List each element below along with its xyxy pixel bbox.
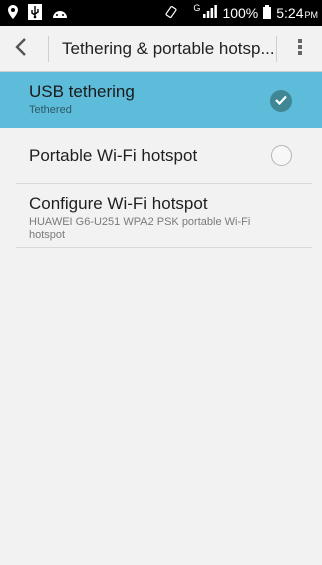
clock-time: 5:24 bbox=[276, 5, 304, 21]
battery-percent: 100% bbox=[222, 5, 259, 21]
portable-wifi-hotspot-item[interactable]: Portable Wi-Fi hotspot bbox=[0, 128, 322, 184]
action-bar: Tethering & portable hotsp... bbox=[0, 26, 322, 72]
portable-wifi-hotspot-checkbox[interactable] bbox=[271, 145, 292, 166]
usb-tethering-title: USB tethering bbox=[29, 82, 135, 101]
back-button[interactable] bbox=[6, 34, 36, 64]
divider bbox=[16, 247, 312, 248]
usb-tethering-checkbox[interactable] bbox=[270, 90, 292, 112]
usb-tethering-item[interactable]: USB tethering Tethered bbox=[0, 72, 322, 128]
status-bar: G 100% 5:24PM bbox=[0, 0, 322, 26]
check-icon bbox=[275, 92, 287, 110]
overflow-menu-button[interactable] bbox=[288, 36, 312, 62]
location-pin-icon bbox=[8, 5, 18, 24]
clock-ampm: PM bbox=[304, 10, 319, 20]
settings-list: USB tethering Tethered Portable Wi-Fi ho… bbox=[0, 72, 322, 248]
usb-tethering-summary: Tethered bbox=[29, 104, 72, 116]
vibrate-icon bbox=[164, 5, 178, 22]
android-icon bbox=[52, 6, 68, 24]
portable-wifi-hotspot-title: Portable Wi-Fi hotspot bbox=[29, 146, 198, 165]
action-bar-divider bbox=[276, 36, 277, 62]
signal-type: G bbox=[193, 3, 201, 13]
configure-wifi-hotspot-summary: HUAWEI G6-U251 WPA2 PSK portable Wi-Fi h… bbox=[29, 216, 251, 241]
page-title: Tethering & portable hotsp... bbox=[62, 39, 275, 58]
configure-wifi-hotspot-item[interactable]: Configure Wi-Fi hotspot HUAWEI G6-U251 W… bbox=[0, 184, 322, 248]
more-vert-icon bbox=[297, 38, 303, 61]
action-bar-divider bbox=[48, 36, 49, 62]
clock: 5:24PM bbox=[276, 5, 318, 21]
signal-icon bbox=[203, 5, 218, 21]
chevron-left-icon bbox=[15, 37, 27, 61]
configure-wifi-hotspot-title: Configure Wi-Fi hotspot bbox=[29, 194, 208, 213]
battery-icon bbox=[263, 4, 272, 22]
usb-icon bbox=[28, 4, 42, 25]
